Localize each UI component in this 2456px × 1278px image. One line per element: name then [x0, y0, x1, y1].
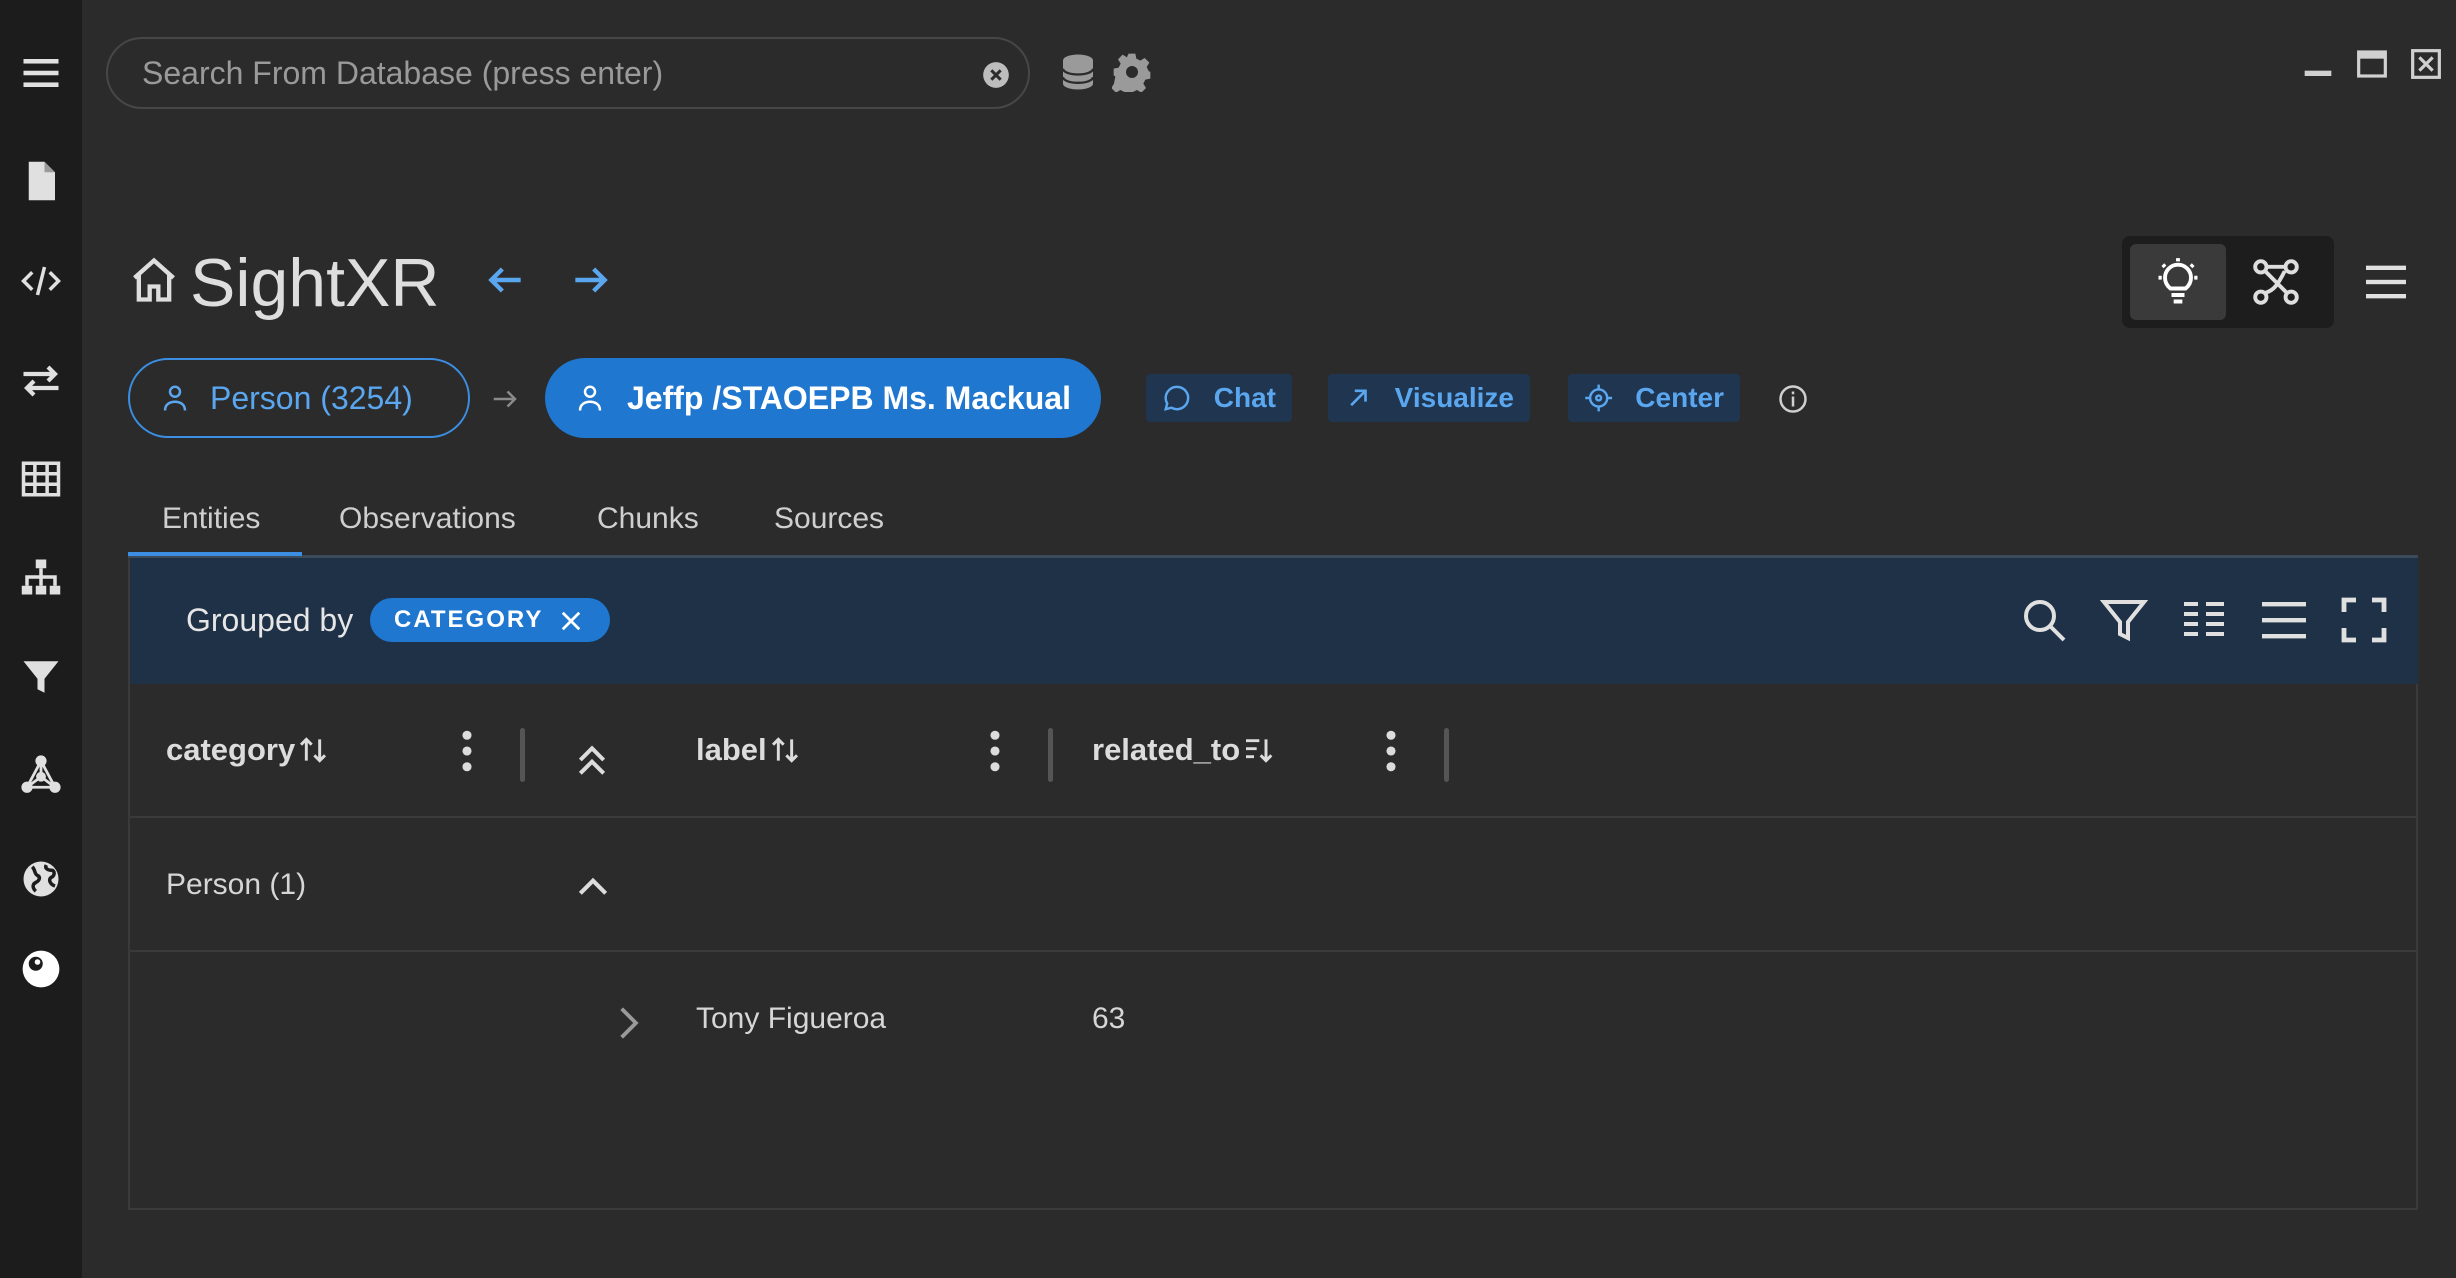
- type-chip[interactable]: Person (3254): [128, 358, 470, 438]
- column-resize-handle[interactable]: [1048, 728, 1053, 782]
- collapse-all-icon[interactable]: [572, 740, 612, 780]
- grouping-toolbar: Grouped by CATEGORY: [130, 558, 2418, 684]
- column-menu-icon[interactable]: [460, 730, 474, 772]
- tab-chunks[interactable]: Chunks: [597, 502, 699, 536]
- center-label: Center: [1635, 382, 1724, 413]
- column-header-label[interactable]: label: [696, 732, 801, 768]
- crosshair-icon: [1585, 384, 1613, 412]
- back-arrow-icon[interactable]: [484, 258, 528, 302]
- grouped-by-label: Grouped by: [186, 602, 354, 638]
- table-header: category label related_to: [130, 684, 2418, 818]
- entity-chip[interactable]: Jeffp /STAOEPB Ms. Mackual: [545, 358, 1101, 438]
- page-title: SightXR: [190, 245, 440, 321]
- visualize-label: Visualize: [1394, 382, 1514, 413]
- group-row[interactable]: Person (1): [130, 818, 2418, 952]
- column-menu-icon[interactable]: [988, 730, 1002, 772]
- column-header-related-to[interactable]: related_to: [1092, 732, 1274, 768]
- active-tab-indicator: [128, 552, 302, 556]
- type-chip-label: Person (3254): [210, 379, 413, 416]
- search-icon[interactable]: [2020, 596, 2068, 644]
- entity-chip-label: Jeffp /STAOEPB Ms. Mackual: [627, 379, 1071, 416]
- chat-icon: [1163, 385, 1190, 411]
- label-column-label: label: [696, 732, 767, 767]
- sidebar: [0, 0, 82, 1278]
- file-icon[interactable]: [18, 158, 64, 204]
- maximize-icon[interactable]: [2356, 48, 2388, 80]
- remove-group-icon[interactable]: [560, 610, 582, 632]
- sort-descending-icon[interactable]: [1242, 734, 1274, 766]
- density-icon[interactable]: [2260, 596, 2308, 644]
- table-row[interactable]: Tony Figueroa 63: [130, 952, 2418, 1088]
- category-column-label: category: [166, 732, 296, 767]
- lightbulb-icon: [2158, 258, 2198, 304]
- database-icon[interactable]: [1058, 52, 1098, 92]
- theme-icon[interactable]: [18, 946, 64, 992]
- entities-table: Grouped by CATEGORY category label relat…: [128, 558, 2418, 1210]
- graph-mode-button[interactable]: [2228, 244, 2324, 320]
- transfer-icon[interactable]: [18, 358, 64, 404]
- search-input[interactable]: [142, 51, 962, 95]
- view-mode-toggle: [2122, 236, 2334, 328]
- minimize-icon[interactable]: [2302, 48, 2334, 80]
- column-resize-handle[interactable]: [520, 728, 525, 782]
- fullscreen-icon[interactable]: [2340, 596, 2388, 644]
- filter-icon[interactable]: [18, 654, 64, 700]
- column-resize-handle[interactable]: [1444, 728, 1449, 782]
- code-icon[interactable]: [18, 258, 64, 304]
- chevron-right-icon[interactable]: [612, 1004, 644, 1042]
- menu-icon[interactable]: [18, 50, 64, 96]
- home-icon[interactable]: [128, 254, 180, 306]
- sort-icon[interactable]: [297, 734, 329, 766]
- breadcrumb-arrow-icon: [493, 390, 517, 408]
- related-to-column-label: related_to: [1092, 732, 1241, 767]
- connections-icon: [2253, 259, 2299, 305]
- chat-label: Chat: [1213, 382, 1276, 413]
- group-row-label: Person (1): [166, 868, 307, 901]
- info-icon[interactable]: [1778, 384, 1808, 414]
- close-icon[interactable]: [2410, 48, 2442, 80]
- filter-icon[interactable]: [2100, 596, 2148, 644]
- forward-arrow-icon[interactable]: [568, 258, 612, 302]
- table-icon[interactable]: [18, 456, 64, 502]
- columns-icon[interactable]: [2180, 596, 2228, 644]
- tab-observations[interactable]: Observations: [339, 502, 516, 536]
- person-icon: [578, 385, 602, 411]
- chevron-up-icon[interactable]: [574, 868, 612, 906]
- chat-button[interactable]: Chat: [1146, 374, 1292, 422]
- cell-related-to: 63: [1092, 1002, 1126, 1035]
- hierarchy-icon[interactable]: [18, 554, 64, 600]
- group-chip[interactable]: CATEGORY: [370, 598, 610, 642]
- globe-icon[interactable]: [18, 856, 64, 902]
- tab-bar: Entities Observations Chunks Sources: [128, 494, 2418, 558]
- column-menu-icon[interactable]: [1384, 730, 1398, 772]
- center-button[interactable]: Center: [1568, 374, 1740, 422]
- search-bar: [106, 37, 1030, 109]
- gear-icon[interactable]: [1112, 52, 1152, 92]
- clear-search-icon[interactable]: [982, 61, 1010, 89]
- arrow-up-right-icon: [1350, 389, 1367, 407]
- column-header-category[interactable]: category: [166, 732, 329, 768]
- insight-mode-button[interactable]: [2130, 244, 2226, 320]
- tab-entities[interactable]: Entities: [162, 502, 260, 536]
- visualize-button[interactable]: Visualize: [1328, 374, 1530, 422]
- tab-sources[interactable]: Sources: [774, 502, 884, 536]
- cell-label: Tony Figueroa: [696, 1002, 887, 1035]
- person-icon: [163, 385, 187, 411]
- sort-icon[interactable]: [769, 734, 801, 766]
- graph-icon[interactable]: [18, 752, 64, 798]
- options-menu-icon[interactable]: [2364, 262, 2408, 302]
- group-chip-label: CATEGORY: [394, 606, 544, 633]
